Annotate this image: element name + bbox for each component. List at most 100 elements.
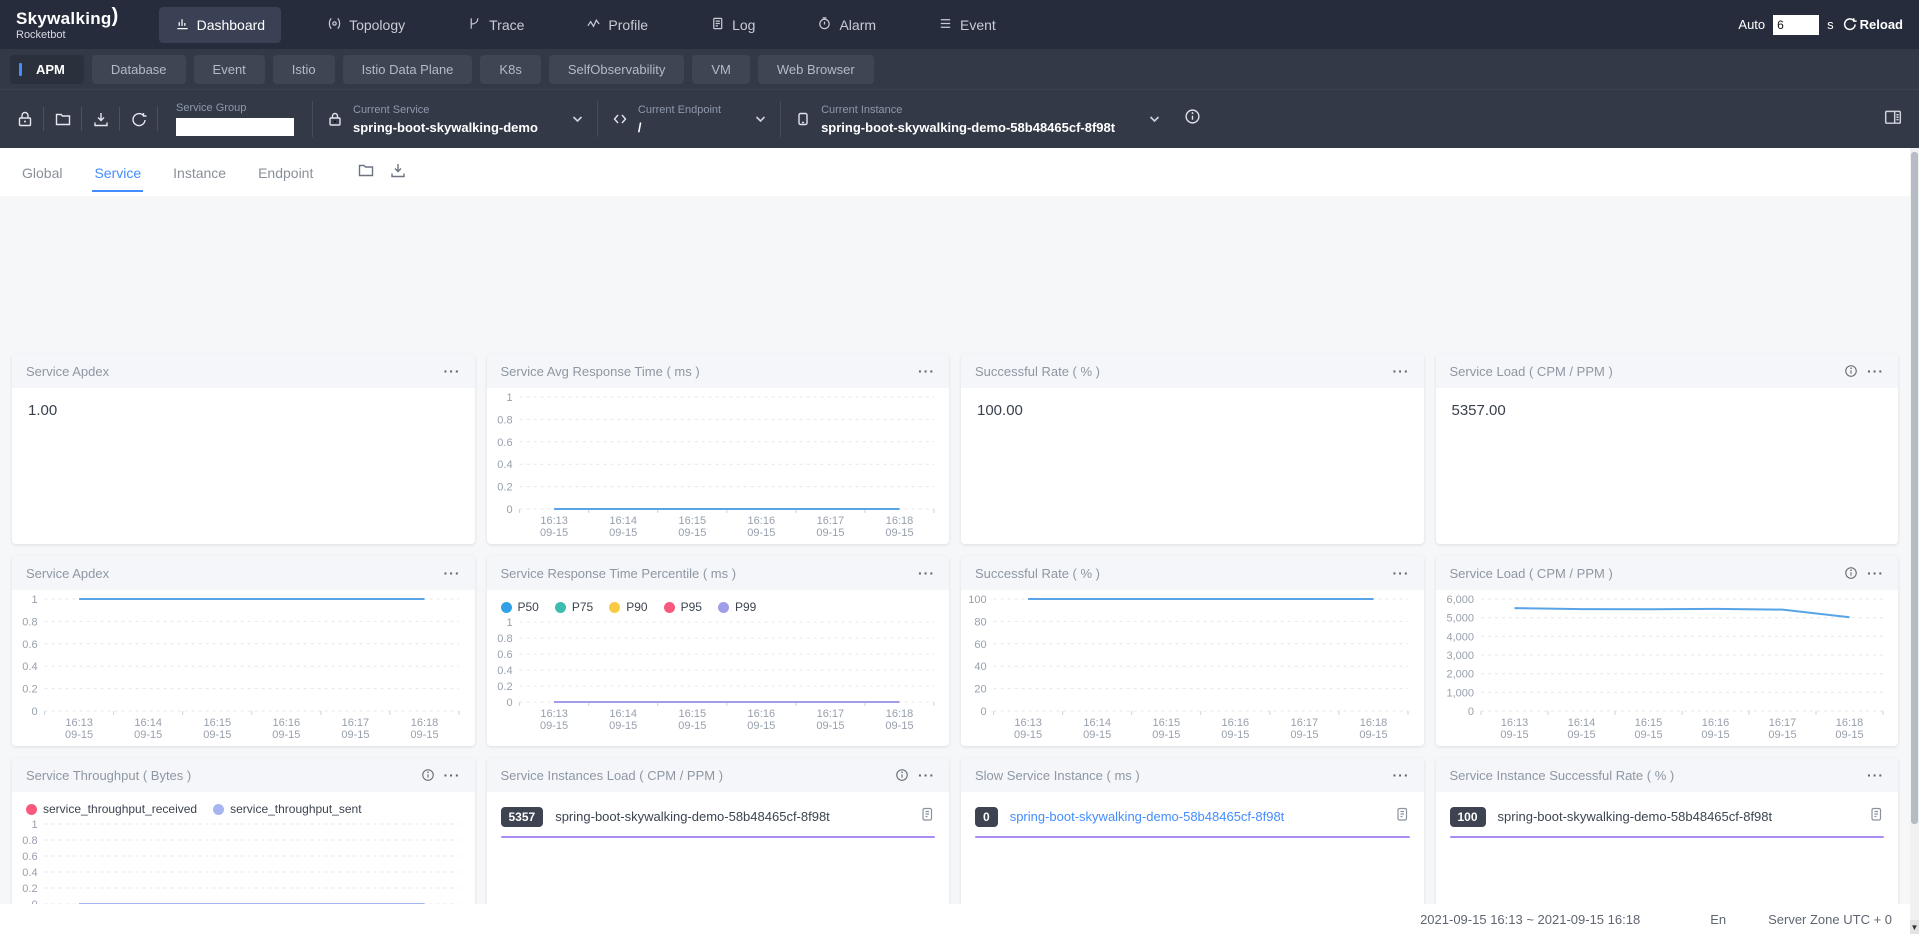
folder-icon[interactable]	[44, 107, 82, 131]
logo-swoosh-icon: )	[112, 5, 119, 27]
legend-item[interactable]: P90	[609, 600, 647, 614]
svg-text:09-15: 09-15	[410, 729, 438, 741]
scrollbar-down-button[interactable]: ▼	[1910, 920, 1919, 934]
download-icon[interactable]	[389, 161, 407, 184]
lock-icon[interactable]	[6, 107, 44, 131]
legend-item[interactable]: service_throughput_received	[26, 802, 197, 816]
svg-text:3,000: 3,000	[1446, 650, 1474, 662]
group-tab-istio[interactable]: Istio	[273, 55, 335, 84]
nav-item-event[interactable]: Event	[922, 7, 1012, 43]
log-icon	[710, 16, 725, 34]
info-icon[interactable]	[1844, 566, 1858, 580]
app-logo[interactable]: Skywalking) Rocketbot	[16, 8, 119, 41]
nav-item-topology[interactable]: Topology	[311, 7, 421, 43]
more-icon[interactable]: ···	[1393, 568, 1410, 578]
info-icon[interactable]	[895, 768, 909, 782]
current-instance-selector[interactable]: Current Instance spring-boot-skywalking-…	[781, 104, 1174, 135]
vertical-scrollbar[interactable]: ▼	[1910, 148, 1919, 934]
scrollbar-thumb[interactable]	[1911, 152, 1918, 824]
nav-item-log[interactable]: Log	[694, 7, 771, 43]
more-icon[interactable]: ···	[1867, 770, 1884, 780]
svg-text:16:16: 16:16	[747, 515, 775, 527]
card-service-avg-response-time: Service Avg Response Time ( ms ) ··· 00.…	[487, 354, 950, 544]
server-zone[interactable]: Server Zone UTC + 0	[1768, 912, 1892, 927]
instance-name[interactable]: spring-boot-skywalking-demo-58b48465cf-8…	[555, 809, 830, 824]
legend-item[interactable]: P50	[501, 600, 539, 614]
export-icon[interactable]	[82, 107, 120, 131]
card-title: Successful Rate ( % )	[975, 566, 1393, 581]
svg-text:0.4: 0.4	[497, 665, 512, 677]
group-tab-web-browser[interactable]: Web Browser	[758, 55, 874, 84]
group-tab-k8s[interactable]: K8s	[480, 55, 540, 84]
svg-text:0.6: 0.6	[22, 851, 37, 863]
info-icon[interactable]	[1844, 364, 1858, 378]
language-toggle[interactable]: En	[1710, 912, 1726, 927]
line-chart: 00.20.40.60.8116:1309-1516:1409-1516:150…	[487, 391, 950, 541]
nav-item-profile[interactable]: Profile	[570, 7, 664, 43]
legend-item[interactable]: service_throughput_sent	[213, 802, 361, 816]
current-endpoint-selector[interactable]: Current Endpoint /	[598, 104, 780, 135]
tab-instance[interactable]: Instance	[171, 152, 228, 192]
info-icon[interactable]	[1184, 108, 1201, 130]
current-service-selector[interactable]: Current Service spring-boot-skywalking-d…	[313, 104, 597, 135]
folder-icon[interactable]	[357, 161, 375, 184]
svg-text:09-15: 09-15	[134, 729, 162, 741]
svg-text:16:17: 16:17	[1291, 717, 1319, 729]
svg-text:0.8: 0.8	[497, 633, 512, 645]
svg-text:0.6: 0.6	[497, 649, 512, 661]
svg-text:0.2: 0.2	[497, 681, 512, 693]
svg-text:60: 60	[974, 639, 986, 651]
more-icon[interactable]: ···	[918, 770, 935, 780]
panel-toggle-icon[interactable]	[1883, 108, 1903, 131]
auto-interval-input[interactable]	[1773, 15, 1819, 35]
copy-icon[interactable]	[1868, 806, 1884, 827]
svg-text:09-15: 09-15	[341, 729, 369, 741]
legend-item[interactable]: P95	[664, 600, 702, 614]
more-icon[interactable]: ···	[1867, 366, 1884, 376]
svg-text:16:13: 16:13	[65, 717, 93, 729]
reload-button[interactable]: Reload	[1842, 16, 1903, 34]
more-icon[interactable]: ···	[444, 366, 461, 376]
more-icon[interactable]: ···	[1393, 366, 1410, 376]
group-tab-vm[interactable]: VM	[692, 55, 750, 84]
instance-name-link[interactable]: spring-boot-skywalking-demo-58b48465cf-8…	[1010, 809, 1285, 824]
copy-icon[interactable]	[919, 806, 935, 827]
legend-item[interactable]: P99	[718, 600, 756, 614]
group-tab-istio-data-plane[interactable]: Istio Data Plane	[343, 55, 473, 84]
nav-item-dashboard[interactable]: Dashboard	[159, 7, 282, 43]
group-tab-selfobservability[interactable]: SelfObservability	[549, 55, 685, 84]
card-header: Successful Rate ( % ) ···	[961, 556, 1424, 590]
legend-dot	[213, 804, 224, 815]
svg-text:1: 1	[31, 594, 37, 606]
svg-text:1: 1	[31, 819, 37, 831]
nav-item-alarm[interactable]: Alarm	[801, 7, 892, 43]
more-icon[interactable]: ···	[1393, 770, 1410, 780]
more-icon[interactable]: ···	[918, 366, 935, 376]
more-icon[interactable]: ···	[1867, 568, 1884, 578]
tab-endpoint[interactable]: Endpoint	[256, 152, 315, 192]
tab-global[interactable]: Global	[20, 152, 64, 192]
legend-dot	[609, 602, 620, 613]
svg-text:16:16: 16:16	[273, 717, 301, 729]
svg-text:09-15: 09-15	[747, 720, 775, 732]
instance-name[interactable]: spring-boot-skywalking-demo-58b48465cf-8…	[1498, 809, 1773, 824]
group-tab-database[interactable]: Database	[92, 55, 186, 84]
legend-item[interactable]: P75	[555, 600, 593, 614]
service-group-input[interactable]	[176, 118, 294, 136]
time-range[interactable]: 2021-09-15 16:13 ~ 2021-09-15 16:18	[1420, 912, 1640, 927]
nav-item-trace[interactable]: Trace	[451, 7, 540, 43]
copy-icon[interactable]	[1394, 806, 1410, 827]
more-icon[interactable]: ···	[444, 770, 461, 780]
more-icon[interactable]: ···	[444, 568, 461, 578]
refresh-icon[interactable]	[120, 107, 158, 131]
line-chart: 01,0002,0003,0004,0005,0006,00016:1309-1…	[1436, 593, 1899, 743]
group-tab-event[interactable]: Event	[194, 55, 265, 84]
line-chart: 00.20.40.60.8116:1309-1516:1409-1516:150…	[12, 818, 475, 904]
list-icon	[938, 16, 953, 34]
more-icon[interactable]: ···	[918, 568, 935, 578]
tab-service[interactable]: Service	[92, 152, 143, 192]
info-icon[interactable]	[421, 768, 435, 782]
svg-text:09-15: 09-15	[747, 527, 775, 539]
legend-dot	[555, 602, 566, 613]
group-tab-apm[interactable]: APM	[10, 55, 84, 84]
